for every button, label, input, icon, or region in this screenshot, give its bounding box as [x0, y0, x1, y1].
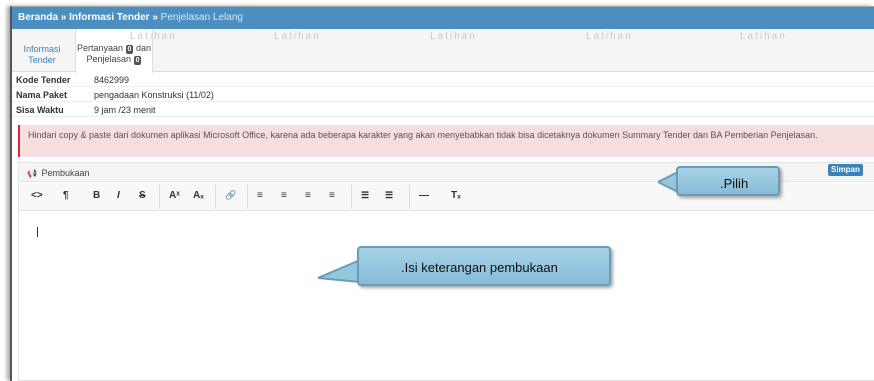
watermark: Latihan	[586, 31, 633, 42]
answer-count-badge: 0	[133, 56, 142, 65]
code-view-icon[interactable]: <>	[31, 190, 43, 201]
strikethrough-icon[interactable]: S	[139, 190, 146, 201]
editor-content-area[interactable]	[18, 211, 874, 381]
align-center-icon[interactable]: ≡	[281, 190, 287, 201]
callout-isi-pointer	[318, 258, 361, 284]
align-justify-icon[interactable]: ≡	[329, 190, 335, 201]
subscript-icon[interactable]: Aₓ	[193, 190, 204, 201]
bold-icon[interactable]: B	[93, 190, 100, 201]
number-list-icon[interactable]: ☰	[385, 190, 393, 201]
watermark: Latihan	[430, 31, 477, 42]
toolbar-divider	[247, 185, 248, 209]
link-icon[interactable]: 🔗	[225, 190, 236, 201]
breadcrumb-current: Penjelasan Lelang	[160, 12, 243, 23]
tab-bar: Informasi Tender Pertanyaan 0 dan Penjel…	[12, 29, 874, 73]
toolbar-divider	[215, 185, 216, 209]
bullet-list-icon[interactable]: ☰	[361, 190, 369, 201]
callout-isi-keterangan: .Isi keterangan pembukaan	[357, 246, 611, 286]
superscript-icon[interactable]: Aˣ	[169, 190, 180, 201]
watermark: Latihan	[740, 31, 787, 42]
breadcrumb-home[interactable]: Beranda	[18, 12, 58, 23]
info-kode-tender: Kode Tender 8462999	[12, 72, 874, 87]
megaphone-icon: 📢	[27, 169, 37, 178]
clear-format-icon[interactable]: Tₓ	[451, 190, 461, 201]
breadcrumb-informasi-tender[interactable]: Informasi Tender	[69, 12, 149, 23]
tender-info: Kode Tender 8462999 Nama Paket pengadaan…	[12, 72, 874, 117]
save-button[interactable]: Simpan	[828, 164, 863, 176]
warning-alert: Hindari copy & paste dari dokumen aplika…	[18, 125, 874, 157]
align-right-icon[interactable]: ≡	[305, 190, 311, 201]
horizontal-rule-icon[interactable]: —	[419, 190, 429, 201]
italic-icon[interactable]: I	[117, 190, 120, 201]
text-caret	[37, 227, 38, 237]
tab-informasi-tender[interactable]: Informasi Tender	[16, 29, 68, 72]
align-left-icon[interactable]: ≡	[257, 190, 263, 201]
top-bar: Beranda » Informasi Tender » Penjelasan …	[12, 7, 874, 29]
watermark: Latihan	[274, 31, 321, 42]
paragraph-icon[interactable]: ¶	[63, 190, 69, 201]
info-sisa-waktu: Sisa Waktu 9 jam /23 menit	[12, 102, 874, 117]
toolbar-divider	[351, 185, 352, 209]
info-nama-paket: Nama Paket pengadaan Konstruksi (11/02)	[12, 87, 874, 102]
question-count-badge: 0	[125, 45, 134, 54]
toolbar-divider	[159, 185, 160, 209]
section-title: Pembukaan	[41, 168, 90, 178]
toolbar-divider	[409, 185, 410, 209]
callout-pilih: .Pilih	[676, 166, 780, 196]
breadcrumb: Beranda » Informasi Tender » Penjelasan …	[18, 12, 243, 23]
watermark: Latihan	[130, 31, 177, 42]
